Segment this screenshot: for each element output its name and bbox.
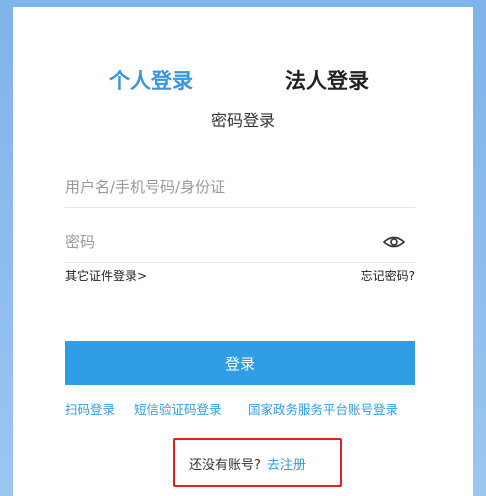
username-input[interactable] xyxy=(65,167,365,207)
login-tabs: 个人登录 法人登录 xyxy=(13,65,473,99)
password-input[interactable] xyxy=(65,222,365,262)
login-method-title: 密码登录 xyxy=(210,111,275,130)
national-platform-login-link[interactable]: 国家政务服务平台账号登录 xyxy=(248,399,398,418)
username-field xyxy=(65,167,415,208)
register-row: 还没有账号? 去注册 xyxy=(189,454,306,473)
other-id-login-link[interactable]: 其它证件登录> xyxy=(65,267,147,284)
tab-personal-login[interactable]: 个人登录 xyxy=(109,65,193,95)
register-link[interactable]: 去注册 xyxy=(267,458,306,473)
password-field xyxy=(65,222,415,263)
login-button[interactable]: 登录 xyxy=(65,341,415,385)
forgot-password-link[interactable]: 忘记密码? xyxy=(361,267,415,284)
sms-login-link[interactable]: 短信验证码登录 xyxy=(134,399,222,418)
register-highlight-box: 还没有账号? 去注册 xyxy=(173,438,342,487)
tab-legal-login[interactable]: 法人登录 xyxy=(285,65,369,95)
eye-icon[interactable] xyxy=(383,232,405,252)
scan-login-link[interactable]: 扫码登录 xyxy=(65,399,115,418)
login-card: 个人登录 法人登录 密码登录 其它证件登录> 忘记密码? 登录 扫码登录 短信验… xyxy=(13,7,473,496)
register-prompt: 还没有账号? xyxy=(189,458,261,473)
